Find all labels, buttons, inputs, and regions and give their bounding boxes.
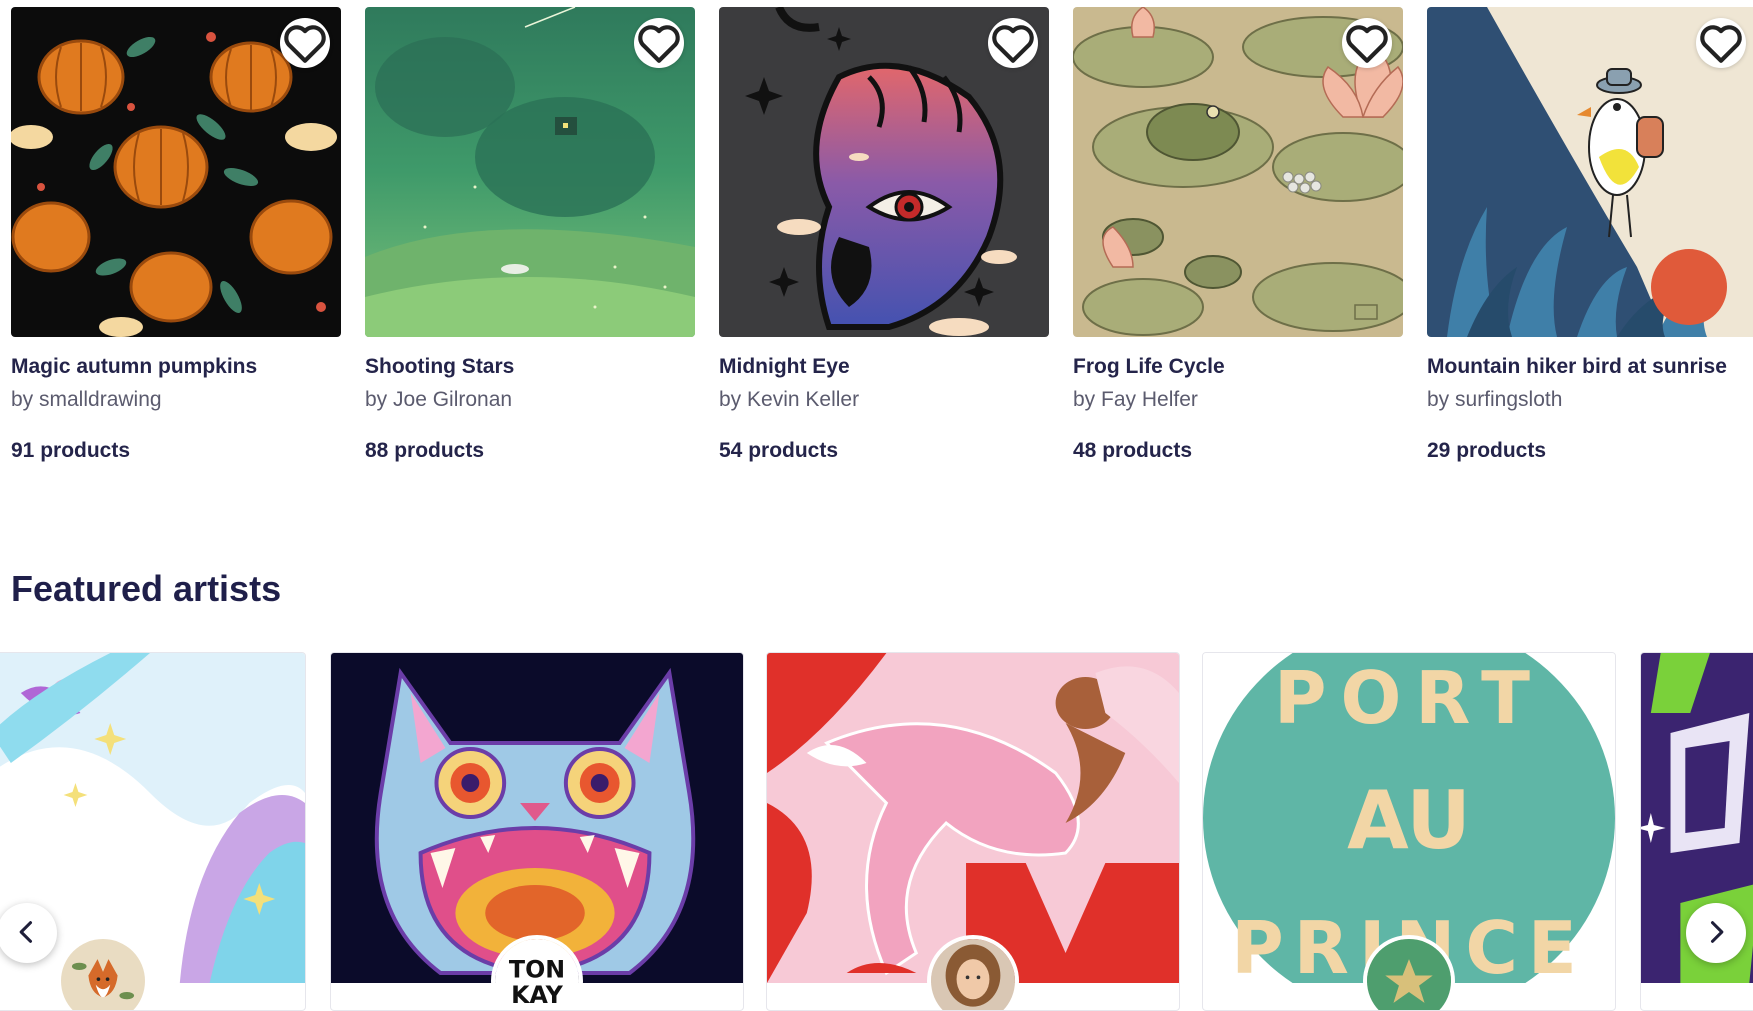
design-artist[interactable]: by Joe Gilronan <box>365 388 695 412</box>
design-artist[interactable]: by surfingsloth <box>1427 388 1753 412</box>
artist-banner[interactable] <box>331 653 743 983</box>
tonkay-logo-avatar: TON KAY <box>495 939 579 1010</box>
design-title[interactable]: Midnight Eye <box>719 355 1049 379</box>
carousel-next-button[interactable] <box>1686 903 1746 963</box>
tonkay-logo-text-top: TON <box>509 955 565 983</box>
featured-artists-carousel: TON KAY PORT AU <box>0 652 1753 1011</box>
artist-card[interactable]: PORT AU PRINCE <box>1202 652 1616 1011</box>
pink-runner-artwork <box>767 653 1179 983</box>
design-product-count[interactable]: 88 products <box>365 439 695 463</box>
monster-cat-artwork <box>331 653 743 983</box>
design-artist[interactable]: by smalldrawing <box>11 388 341 412</box>
design-title[interactable]: Shooting Stars <box>365 355 695 379</box>
design-thumbnail[interactable] <box>1073 7 1403 337</box>
fox-avatar-image <box>61 939 145 1010</box>
design-thumbnail[interactable] <box>365 7 695 337</box>
chevron-left-icon <box>13 918 41 949</box>
design-artist[interactable]: by Fay Helfer <box>1073 388 1403 412</box>
heart-outline-icon <box>1342 18 1392 68</box>
design-artist[interactable]: by Kevin Keller <box>719 388 1049 412</box>
artist-portrait-avatar <box>931 939 1015 1010</box>
design-thumbnail[interactable] <box>719 7 1049 337</box>
design-grid: Magic autumn pumpkins by smalldrawing 91… <box>11 7 1753 463</box>
featured-artists-heading: Featured artists <box>11 568 282 609</box>
design-title[interactable]: Mountain hiker bird at sunrise <box>1427 355 1753 379</box>
design-thumbnail[interactable] <box>1427 7 1753 337</box>
design-product-count[interactable]: 29 products <box>1427 439 1753 463</box>
port-text: PORT <box>1274 656 1544 740</box>
design-card[interactable]: Magic autumn pumpkins by smalldrawing 91… <box>11 7 341 463</box>
design-title[interactable]: Magic autumn pumpkins <box>11 355 341 379</box>
heart-outline-icon <box>634 18 684 68</box>
favorite-button[interactable] <box>634 18 684 68</box>
design-card[interactable]: Midnight Eye by Kevin Keller 54 products <box>719 7 1049 463</box>
design-thumbnail[interactable] <box>11 7 341 337</box>
port-au-prince-artwork: PORT AU PRINCE <box>1203 653 1615 983</box>
au-text: AU <box>1347 774 1471 867</box>
favorite-button[interactable] <box>1342 18 1392 68</box>
chevron-right-icon <box>1702 918 1730 949</box>
design-card[interactable]: Shooting Stars by Joe Gilronan 88 produc… <box>365 7 695 463</box>
artist-banner[interactable] <box>767 653 1179 983</box>
favorite-button[interactable] <box>280 18 330 68</box>
design-product-count[interactable]: 54 products <box>719 439 1049 463</box>
design-title[interactable]: Frog Life Cycle <box>1073 355 1403 379</box>
heart-outline-icon <box>988 18 1038 68</box>
design-product-count[interactable]: 91 products <box>11 439 341 463</box>
design-card[interactable]: Frog Life Cycle by Fay Helfer 48 product… <box>1073 7 1403 463</box>
favorite-button[interactable] <box>1696 18 1746 68</box>
artist-card[interactable] <box>0 652 306 1011</box>
design-card[interactable]: Mountain hiker bird at sunrise by surfin… <box>1427 7 1753 463</box>
page: Magic autumn pumpkins by smalldrawing 91… <box>0 0 1753 1011</box>
star-badge-avatar <box>1367 939 1451 1010</box>
artist-banner[interactable]: PORT AU PRINCE <box>1203 653 1615 983</box>
artist-card[interactable]: TON KAY <box>330 652 744 1011</box>
heart-outline-icon <box>1696 18 1746 68</box>
heart-outline-icon <box>280 18 330 68</box>
design-product-count[interactable]: 48 products <box>1073 439 1403 463</box>
favorite-button[interactable] <box>988 18 1038 68</box>
tonkay-logo-text-bottom: KAY <box>511 981 563 1009</box>
artist-card[interactable] <box>1640 652 1753 1011</box>
artist-card[interactable] <box>766 652 1180 1011</box>
